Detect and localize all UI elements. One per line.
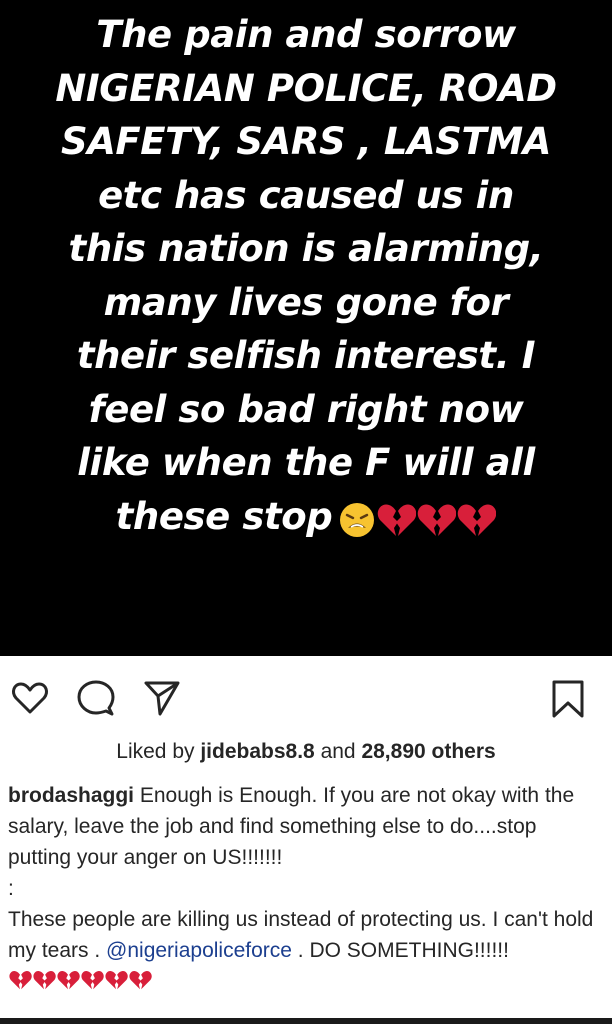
broken-heart-emoji: [33, 971, 56, 990]
likes-prefix: Liked by: [116, 740, 201, 763]
broken-heart-emoji: [9, 971, 32, 990]
action-bar: [0, 668, 612, 728]
broken-heart-emoji: [458, 504, 497, 536]
broken-heart-emoji: [129, 971, 152, 990]
likes-others[interactable]: 28,890 others: [361, 740, 495, 763]
broken-heart-emoji: [378, 504, 417, 536]
caption-line-2b: . DO SOMETHING!!!!!!: [291, 939, 509, 962]
caption-hearts: [8, 969, 152, 1000]
likes-user[interactable]: jidebabs8.8: [200, 740, 314, 763]
bookmark-icon[interactable]: [548, 678, 588, 718]
broken-heart-emoji: [105, 971, 128, 990]
caption-mention-link[interactable]: @nigeriapoliceforce: [106, 939, 292, 962]
caption-username[interactable]: brodashaggi: [8, 784, 134, 807]
broken-heart-emoji: [418, 504, 457, 536]
post-image[interactable]: The pain and sorrow NIGERIAN POLICE, ROA…: [0, 0, 612, 656]
heart-icon[interactable]: [10, 678, 50, 718]
likes-summary[interactable]: Liked by jidebabs8.8 and 28,890 others: [0, 740, 612, 764]
caption-paragraph-1: brodashaggi Enough is Enough. If you are…: [8, 780, 604, 873]
broken-heart-emoji: [81, 971, 104, 990]
post-image-text: The pain and sorrow NIGERIAN POLICE, ROA…: [10, 8, 602, 545]
comment-icon[interactable]: [76, 678, 116, 718]
weary-face-emoji: [340, 502, 375, 537]
caption-separator: :: [8, 877, 14, 900]
caption: brodashaggi Enough is Enough. If you are…: [8, 780, 604, 1000]
likes-middle: and: [314, 740, 362, 763]
post-emoji-row: [338, 491, 497, 545]
caption-paragraph-2: These people are killing us instead of p…: [8, 904, 604, 1000]
bottom-edge-bar: [0, 1018, 612, 1024]
broken-heart-emoji: [57, 971, 80, 990]
share-icon[interactable]: [142, 678, 182, 718]
post-image-text-body: The pain and sorrow NIGERIAN POLICE, ROA…: [55, 13, 557, 538]
